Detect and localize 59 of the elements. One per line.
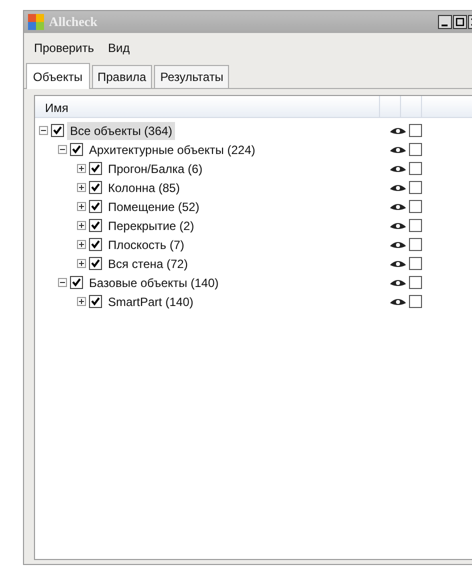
checked-checkbox[interactable] [89,257,102,270]
checked-checkbox[interactable] [89,181,102,194]
unchecked-checkbox[interactable] [409,124,422,137]
collapse-icon[interactable] [58,278,67,287]
expand-icon[interactable] [77,183,86,192]
eye-icon[interactable] [390,144,406,154]
unchecked-checkbox[interactable] [409,238,422,251]
tree-item[interactable]: Помещение (52) [105,198,202,216]
tree-item[interactable]: Архитектурные объекты (224) [86,140,258,158]
tree-item[interactable]: Базовые объекты (140) [86,274,222,292]
window-title: Allcheck [49,13,98,32]
app-icon [28,14,44,30]
tree-item[interactable]: Колонна (85) [105,178,183,196]
eye-icon[interactable] [390,220,406,230]
tree-item[interactable]: Плоскость (7) [105,236,188,254]
checked-checkbox[interactable] [89,219,102,232]
tree-item[interactable]: Все объекты (364) [67,122,176,140]
unchecked-checkbox[interactable] [409,295,422,308]
expand-icon[interactable] [77,297,86,306]
eye-icon[interactable] [390,296,406,306]
minimize-button[interactable] [438,15,452,29]
tree-item[interactable]: Перекрытие (2) [105,216,198,234]
eye-icon[interactable] [390,202,406,212]
collapse-icon[interactable] [58,145,67,154]
collapse-icon[interactable] [39,126,48,135]
menu-item[interactable]: Вид [108,39,130,57]
unchecked-checkbox[interactable] [409,143,422,156]
eye-icon[interactable] [390,182,406,192]
tab[interactable]: Объекты [26,63,90,89]
unchecked-checkbox[interactable] [409,200,422,213]
unchecked-checkbox[interactable] [409,276,422,289]
unchecked-checkbox[interactable] [409,181,422,194]
tab[interactable]: Результаты [154,65,230,88]
eye-icon[interactable] [390,164,406,174]
checked-checkbox[interactable] [89,295,102,308]
checked-checkbox[interactable] [89,200,102,213]
checked-checkbox[interactable] [89,238,102,251]
tab[interactable]: Правила [92,65,152,88]
expand-icon[interactable] [77,202,86,211]
expand-icon[interactable] [77,221,86,230]
checked-checkbox[interactable] [51,124,64,137]
menu-item[interactable]: Проверить [34,39,94,57]
expand-icon[interactable] [77,164,86,173]
eye-icon[interactable] [390,240,406,250]
expand-icon[interactable] [77,240,86,249]
checked-checkbox[interactable] [70,276,83,289]
maximize-button[interactable] [453,15,467,29]
unchecked-checkbox[interactable] [409,219,422,232]
checked-checkbox[interactable] [89,162,102,175]
eye-icon[interactable] [390,126,406,136]
expand-icon[interactable] [77,259,86,268]
eye-icon[interactable] [390,258,406,268]
tree-item[interactable]: Вся стена (72) [105,254,191,272]
tree-item[interactable]: Прогон/Балка (6) [105,160,206,178]
checked-checkbox[interactable] [70,143,83,156]
eye-icon[interactable] [390,278,406,288]
unchecked-checkbox[interactable] [409,162,422,175]
tree-item[interactable]: SmartPart (140) [105,292,196,310]
unchecked-checkbox[interactable] [409,257,422,270]
